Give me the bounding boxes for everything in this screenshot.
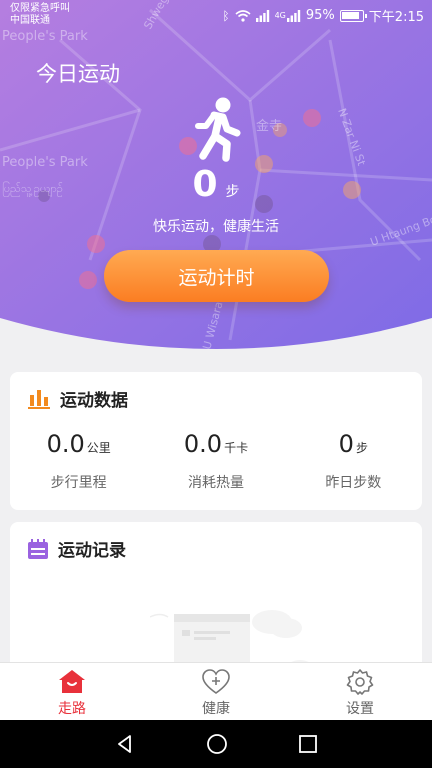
settings-gear-icon xyxy=(346,669,374,695)
stat-unit: 公里 xyxy=(86,441,111,455)
signal-icon-2 xyxy=(286,9,301,22)
exercise-data-card: 运动数据 0.0 公里 步行里程 0.0 千卡 消耗热量 0步 昨日步数 xyxy=(10,372,422,510)
empty-records-illustration xyxy=(150,610,310,672)
carrier-line1: 仅限紧急呼叫 xyxy=(10,3,70,14)
system-nav-bar xyxy=(0,720,432,768)
today-steps: 0步 xyxy=(0,164,432,205)
bottom-tab-bar: 走路 健康 设置 xyxy=(0,662,432,720)
status-bar: 仅限紧急呼叫 中国联通 ᛒ 4G 95% 下午2:15 xyxy=(0,0,432,30)
carrier-info: 仅限紧急呼叫 中国联通 xyxy=(10,3,70,27)
walking-person-icon xyxy=(195,97,241,162)
stat-value: 0 xyxy=(338,430,354,458)
calendar-icon xyxy=(28,538,48,559)
card-title: 运动数据 xyxy=(60,391,128,411)
tab-label: 设置 xyxy=(346,701,374,717)
map-label: 金寺 xyxy=(256,118,282,134)
battery-icon xyxy=(339,9,367,22)
tab-health[interactable]: 健康 xyxy=(144,663,288,720)
network-type-label: 4G xyxy=(274,11,286,20)
steps-unit: 步 xyxy=(225,184,240,200)
walk-home-icon xyxy=(59,670,85,693)
stat-label: 昨日步数 xyxy=(325,475,382,491)
tab-walk[interactable]: 走路 xyxy=(0,663,144,720)
exercise-timer-button[interactable]: 运动计时 xyxy=(104,250,329,302)
stat-calories: 0.0 千卡 消耗热量 xyxy=(147,430,284,492)
stats-row: 0.0 公里 步行里程 0.0 千卡 消耗热量 0步 昨日步数 xyxy=(10,430,422,492)
stat-unit: 步 xyxy=(355,441,368,455)
tab-label: 健康 xyxy=(202,701,230,717)
status-right: ᛒ 4G 95% 下午2:15 xyxy=(222,6,424,25)
card-header: 运动记录 xyxy=(28,536,126,561)
stat-value: 0.0 xyxy=(46,430,85,458)
card-title: 运动记录 xyxy=(58,541,126,561)
stat-yesterday-steps: 0步 昨日步数 xyxy=(285,430,422,492)
exercise-records-card: 运动记录 xyxy=(10,522,422,672)
battery-percent: 95% xyxy=(305,8,335,23)
steps-value: 0 xyxy=(192,164,218,205)
bluetooth-icon: ᛒ xyxy=(222,8,230,23)
health-heart-icon xyxy=(202,669,230,694)
carrier-line2: 中国联通 xyxy=(10,15,50,26)
back-icon[interactable] xyxy=(115,734,135,754)
tab-label: 走路 xyxy=(58,701,86,717)
wifi-icon xyxy=(235,9,251,22)
clock: 下午2:15 xyxy=(368,10,424,25)
map-label: People's Park xyxy=(2,29,88,44)
stat-value: 0.0 xyxy=(183,430,223,458)
bar-chart-icon xyxy=(28,389,50,409)
stat-unit: 千卡 xyxy=(224,441,249,455)
tab-settings[interactable]: 设置 xyxy=(288,663,432,720)
stat-label: 步行里程 xyxy=(50,475,107,491)
recent-apps-icon[interactable] xyxy=(298,735,317,753)
card-header: 运动数据 xyxy=(28,386,128,411)
slogan: 快乐运动，健康生活 xyxy=(153,219,279,235)
stat-label: 消耗热量 xyxy=(187,475,244,491)
hero-section: People's Park People's Park ပြည်သူ့ဥယျာဉ… xyxy=(0,0,432,356)
signal-icon xyxy=(255,9,269,22)
page-title: 今日运动 xyxy=(36,62,120,86)
home-icon[interactable] xyxy=(206,733,228,755)
stat-distance: 0.0 公里 步行里程 xyxy=(10,430,147,492)
